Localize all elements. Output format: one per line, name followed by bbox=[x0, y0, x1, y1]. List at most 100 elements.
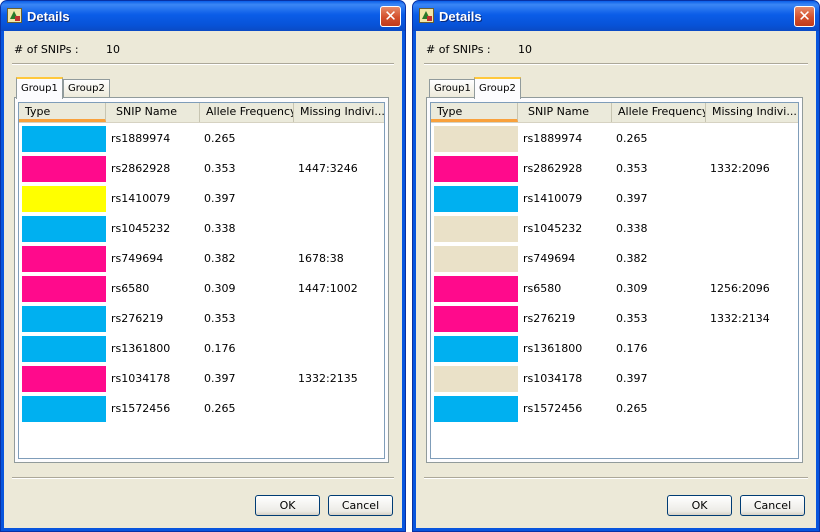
allele-frequency-cell: 0.309 bbox=[204, 282, 236, 295]
table-row[interactable]: rs1889974 0.265 bbox=[19, 123, 384, 153]
snip-name-cell: rs1889974 bbox=[523, 132, 583, 145]
close-button[interactable]: ✕ bbox=[380, 6, 401, 27]
snip-count-label: # of SNIPs : bbox=[14, 43, 79, 56]
snip-name-cell: rs1361800 bbox=[111, 342, 171, 355]
snip-name-cell: rs1034178 bbox=[523, 372, 583, 385]
snip-name-cell: rs1410079 bbox=[523, 192, 583, 205]
type-color-swatch bbox=[22, 156, 106, 182]
snip-count-value: 10 bbox=[106, 43, 120, 56]
snip-name-cell: rs1034178 bbox=[111, 372, 171, 385]
cancel-button[interactable]: Cancel bbox=[740, 495, 805, 516]
column-header-missing-individuals[interactable]: Missing Indivi... bbox=[294, 103, 384, 122]
table-row[interactable]: rs1045232 0.338 bbox=[19, 213, 384, 243]
snip-name-cell: rs1410079 bbox=[111, 192, 171, 205]
type-color-swatch bbox=[434, 396, 518, 422]
column-header-allele-frequency[interactable]: Allele Frequency bbox=[612, 103, 706, 122]
type-color-swatch bbox=[22, 396, 106, 422]
snip-name-cell: rs1889974 bbox=[111, 132, 171, 145]
table-row[interactable]: rs1889974 0.265 bbox=[431, 123, 798, 153]
type-color-swatch bbox=[22, 366, 106, 392]
column-header-type[interactable]: Type bbox=[19, 103, 106, 122]
allele-frequency-cell: 0.338 bbox=[616, 222, 648, 235]
title-bar[interactable]: Details ✕ bbox=[413, 1, 819, 31]
table-row[interactable]: rs6580 0.309 1447:1002 bbox=[19, 273, 384, 303]
type-color-swatch bbox=[434, 126, 518, 152]
tab-group2[interactable]: Group2 bbox=[474, 77, 521, 99]
snip-count-value: 10 bbox=[518, 43, 532, 56]
allele-frequency-cell: 0.382 bbox=[616, 252, 648, 265]
snip-count-label: # of SNIPs : bbox=[426, 43, 491, 56]
table-row[interactable]: rs1410079 0.397 bbox=[431, 183, 798, 213]
tab-panel: Type SNIP Name Allele Frequency Missing … bbox=[14, 97, 389, 463]
allele-frequency-cell: 0.265 bbox=[204, 132, 236, 145]
snip-name-cell: rs1045232 bbox=[523, 222, 583, 235]
allele-frequency-cell: 0.397 bbox=[616, 192, 648, 205]
snip-name-cell: rs1361800 bbox=[523, 342, 583, 355]
close-button[interactable]: ✕ bbox=[794, 6, 815, 27]
allele-frequency-cell: 0.353 bbox=[616, 162, 648, 175]
snip-table[interactable]: Type SNIP Name Allele Frequency Missing … bbox=[18, 102, 385, 459]
allele-frequency-cell: 0.353 bbox=[204, 162, 236, 175]
table-row[interactable]: rs1034178 0.397 bbox=[431, 363, 798, 393]
table-row[interactable]: rs1410079 0.397 bbox=[19, 183, 384, 213]
snip-name-cell: rs6580 bbox=[111, 282, 150, 295]
missing-individuals-cell: 1256:2096 bbox=[710, 282, 770, 295]
snip-name-cell: rs1572456 bbox=[523, 402, 583, 415]
table-row[interactable]: rs1572456 0.265 bbox=[431, 393, 798, 423]
column-header-snip-name[interactable]: SNIP Name bbox=[106, 103, 200, 122]
column-header-missing-individuals[interactable]: Missing Indivi... bbox=[706, 103, 798, 122]
details-dialog-group1: Details ✕ # of SNIPs : 10 Group1 Group2 … bbox=[0, 0, 406, 532]
table-row[interactable]: rs6580 0.309 1256:2096 bbox=[431, 273, 798, 303]
allele-frequency-cell: 0.353 bbox=[204, 312, 236, 325]
type-color-swatch bbox=[434, 276, 518, 302]
snip-name-cell: rs2862928 bbox=[523, 162, 583, 175]
snip-table[interactable]: Type SNIP Name Allele Frequency Missing … bbox=[430, 102, 799, 459]
table-row[interactable]: rs1572456 0.265 bbox=[19, 393, 384, 423]
type-color-swatch bbox=[22, 246, 106, 272]
separator bbox=[424, 477, 808, 479]
table-row[interactable]: rs1361800 0.176 bbox=[19, 333, 384, 363]
allele-frequency-cell: 0.176 bbox=[204, 342, 236, 355]
column-header-snip-name[interactable]: SNIP Name bbox=[518, 103, 612, 122]
snip-name-cell: rs6580 bbox=[523, 282, 562, 295]
app-icon bbox=[7, 8, 22, 23]
tab-group1[interactable]: Group1 bbox=[16, 77, 63, 99]
table-row[interactable]: rs749694 0.382 1678:38 bbox=[19, 243, 384, 273]
type-color-swatch bbox=[22, 306, 106, 332]
allele-frequency-cell: 0.176 bbox=[616, 342, 648, 355]
table-row[interactable]: rs2862928 0.353 1332:2096 bbox=[431, 153, 798, 183]
ok-button[interactable]: OK bbox=[667, 495, 732, 516]
table-row[interactable]: rs276219 0.353 1332:2134 bbox=[431, 303, 798, 333]
table-row[interactable]: rs1045232 0.338 bbox=[431, 213, 798, 243]
title-bar[interactable]: Details ✕ bbox=[1, 1, 405, 31]
tab-panel: Type SNIP Name Allele Frequency Missing … bbox=[426, 97, 803, 463]
type-color-swatch bbox=[434, 246, 518, 272]
table-row[interactable]: rs1034178 0.397 1332:2135 bbox=[19, 363, 384, 393]
type-color-swatch bbox=[434, 216, 518, 242]
cancel-button[interactable]: Cancel bbox=[328, 495, 393, 516]
type-color-swatch bbox=[434, 156, 518, 182]
table-header: Type SNIP Name Allele Frequency Missing … bbox=[19, 103, 384, 123]
allele-frequency-cell: 0.397 bbox=[204, 192, 236, 205]
snip-name-cell: rs276219 bbox=[523, 312, 576, 325]
tab-group2[interactable]: Group2 bbox=[63, 79, 110, 98]
column-header-allele-frequency[interactable]: Allele Frequency bbox=[200, 103, 294, 122]
tab-group1[interactable]: Group1 bbox=[429, 79, 476, 98]
window-title: Details bbox=[439, 9, 482, 24]
allele-frequency-cell: 0.265 bbox=[616, 402, 648, 415]
app-icon bbox=[419, 8, 434, 23]
details-dialog-group2: Details ✕ # of SNIPs : 10 Group1 Group2 … bbox=[412, 0, 820, 532]
snip-name-cell: rs276219 bbox=[111, 312, 164, 325]
snip-name-cell: rs749694 bbox=[111, 252, 164, 265]
ok-button[interactable]: OK bbox=[255, 495, 320, 516]
table-row[interactable]: rs749694 0.382 bbox=[431, 243, 798, 273]
missing-individuals-cell: 1678:38 bbox=[298, 252, 344, 265]
table-row[interactable]: rs1361800 0.176 bbox=[431, 333, 798, 363]
allele-frequency-cell: 0.265 bbox=[204, 402, 236, 415]
snip-name-cell: rs749694 bbox=[523, 252, 576, 265]
type-color-swatch bbox=[22, 276, 106, 302]
table-row[interactable]: rs2862928 0.353 1447:3246 bbox=[19, 153, 384, 183]
table-row[interactable]: rs276219 0.353 bbox=[19, 303, 384, 333]
window-title: Details bbox=[27, 9, 70, 24]
column-header-type[interactable]: Type bbox=[431, 103, 518, 122]
